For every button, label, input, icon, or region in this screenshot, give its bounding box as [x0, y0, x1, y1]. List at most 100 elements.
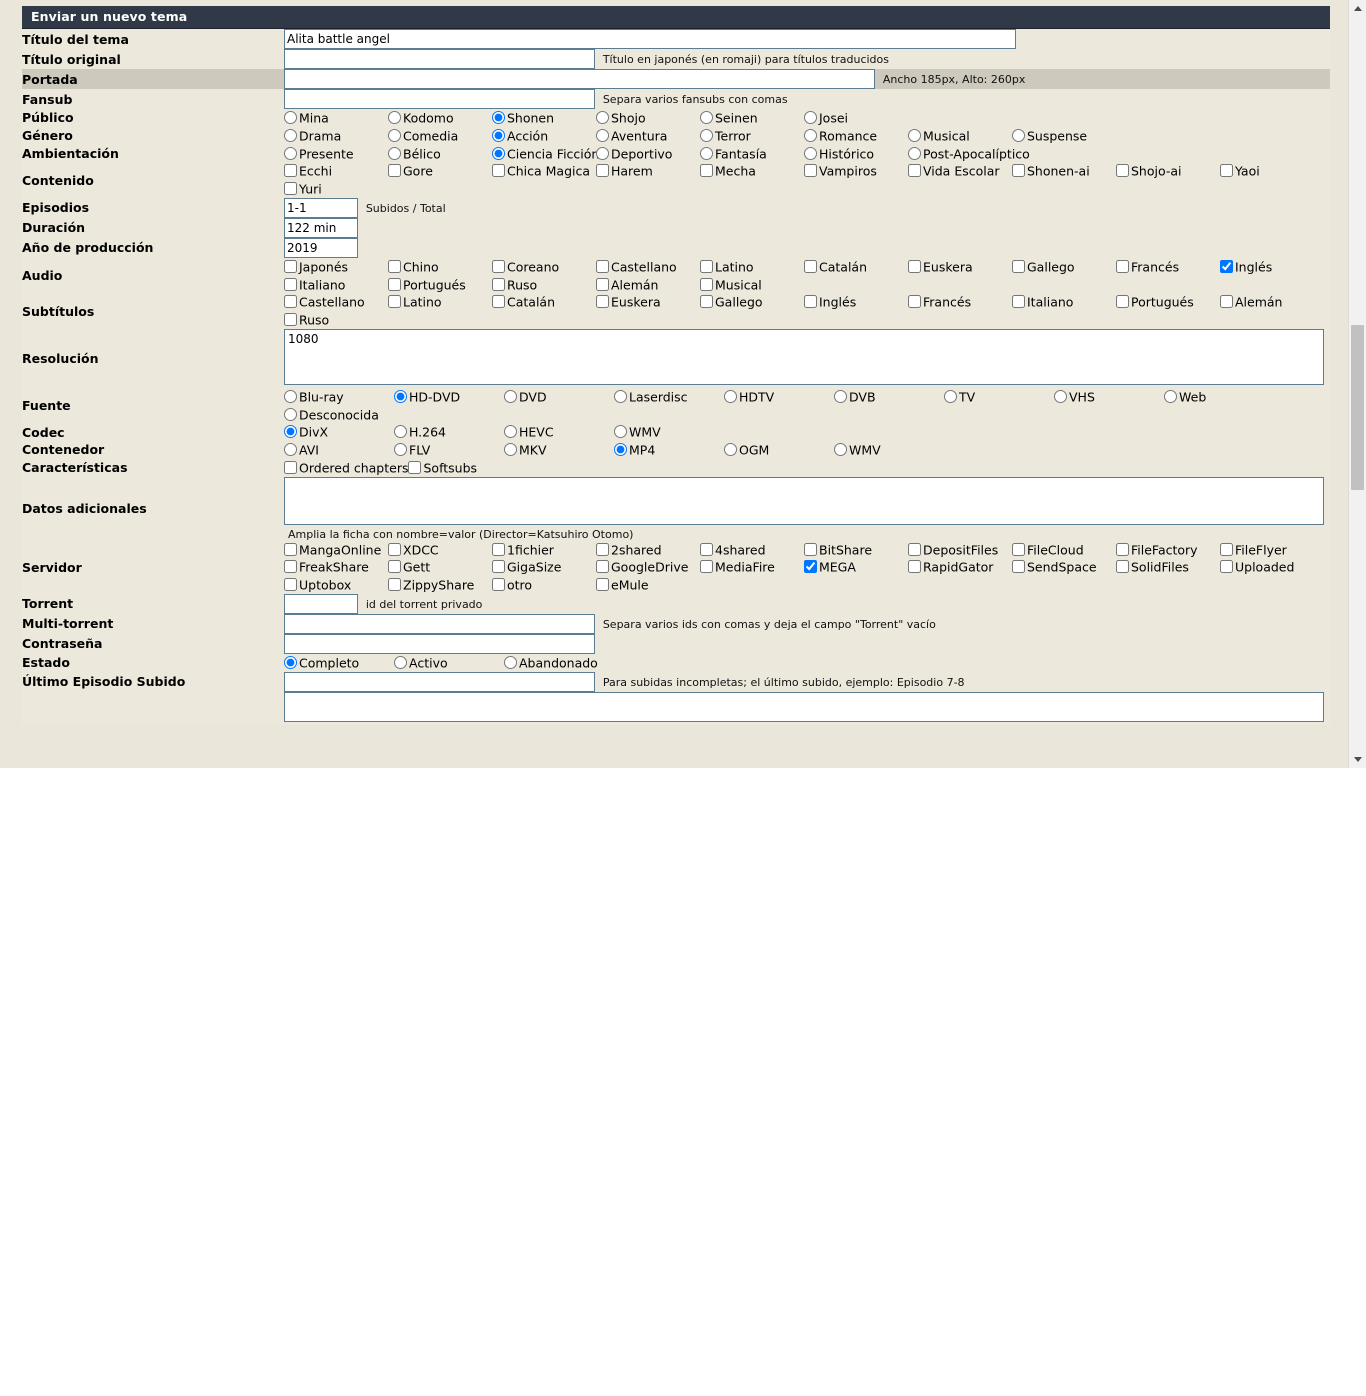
publico-options-radio[interactable] [492, 111, 505, 124]
genero-options-item[interactable]: Romance [804, 127, 908, 145]
codec-options-item[interactable]: DivX [284, 423, 394, 441]
contenido-options-item[interactable]: Ecchi [284, 162, 388, 180]
servidor-options-item[interactable]: ZippyShare [388, 576, 492, 594]
ambientacion-options-item[interactable]: Fantasía [700, 145, 804, 163]
fuente-options-radio[interactable] [614, 389, 627, 403]
contenido-options-item[interactable]: Vampiros [804, 162, 908, 180]
contenido-options-checkbox[interactable] [284, 164, 297, 178]
subtitulos-options-item[interactable]: Castellano [284, 293, 388, 311]
estado-options-item[interactable]: Activo [394, 654, 504, 672]
contenido-options-checkbox[interactable] [1220, 164, 1233, 178]
subtitulos-options-checkbox[interactable] [388, 295, 401, 309]
audio-options-checkbox[interactable] [596, 277, 609, 291]
contrasena-input[interactable] [284, 633, 595, 654]
contenido-options-item[interactable]: Yaoi [1220, 162, 1324, 180]
contenido-options-item[interactable]: Chica Magica [492, 162, 596, 180]
genero-options-item[interactable]: Terror [700, 127, 804, 145]
publico-options-radio[interactable] [804, 111, 817, 124]
codec-options-item[interactable]: H.264 [394, 423, 504, 441]
contenedor-options-item[interactable]: MP4 [614, 441, 724, 459]
audio-options-checkbox[interactable] [700, 259, 713, 273]
servidor-options-item[interactable]: Uptobox [284, 576, 388, 594]
subtitulos-options-item[interactable]: Euskera [596, 293, 700, 311]
contenido-options-item[interactable]: Gore [388, 162, 492, 180]
servidor-options-item[interactable]: 4shared [700, 541, 804, 559]
servidor-options-checkbox[interactable] [388, 542, 401, 556]
titulo-original-input[interactable] [284, 49, 595, 69]
audio-options-checkbox[interactable] [700, 277, 713, 291]
servidor-options-checkbox[interactable] [700, 560, 713, 574]
publico-options-radio[interactable] [284, 111, 297, 124]
servidor-options-checkbox[interactable] [1220, 542, 1233, 556]
publico-options-radio[interactable] [596, 111, 609, 124]
servidor-options-item[interactable]: 1fichier [492, 541, 596, 559]
genero-options-radio[interactable] [284, 128, 297, 142]
contenedor-options-radio[interactable] [724, 443, 737, 456]
servidor-options-checkbox[interactable] [492, 560, 505, 574]
genero-options-item[interactable]: Drama [284, 127, 388, 145]
servidor-options-checkbox[interactable] [908, 560, 921, 574]
fuente-options-radio[interactable] [284, 407, 297, 421]
ambientacion-options-item[interactable]: Presente [284, 145, 388, 163]
subtitulos-options-item[interactable]: Italiano [1012, 293, 1116, 311]
ambientacion-options-radio[interactable] [492, 146, 505, 160]
servidor-options-item[interactable]: Gett [388, 558, 492, 576]
caracteristicas-options-checkbox[interactable] [408, 460, 422, 474]
genero-options-radio[interactable] [804, 128, 817, 142]
subtitulos-options-checkbox[interactable] [492, 295, 505, 309]
genero-options-item[interactable]: Acción [492, 127, 596, 145]
genero-options-radio[interactable] [596, 128, 609, 142]
subtitulos-options-checkbox[interactable] [1116, 295, 1129, 309]
ambientacion-options-radio[interactable] [700, 146, 713, 160]
subtitulos-options-checkbox[interactable] [804, 295, 817, 309]
audio-options-item[interactable]: Latino [700, 258, 804, 276]
scroll-up-icon[interactable] [1349, 0, 1366, 17]
audio-options-checkbox[interactable] [1220, 259, 1233, 273]
contenido-options-checkbox[interactable] [908, 164, 921, 178]
publico-options-radio[interactable] [388, 111, 401, 124]
estado-options-radio[interactable] [504, 655, 517, 669]
servidor-options-item[interactable]: MangaOnline [284, 541, 388, 559]
servidor-options-checkbox[interactable] [1012, 560, 1025, 574]
servidor-options-item[interactable]: MediaFire [700, 558, 804, 576]
servidor-options-checkbox[interactable] [1116, 542, 1129, 556]
multi-torrent-input[interactable] [284, 613, 595, 634]
contenido-options-item[interactable]: Harem [596, 162, 700, 180]
genero-options-radio[interactable] [908, 128, 921, 142]
subtitulos-options-checkbox[interactable] [1220, 295, 1233, 309]
subtitulos-options-item[interactable]: Latino [388, 293, 492, 311]
publico-options-radio[interactable] [700, 111, 713, 124]
audio-options-checkbox[interactable] [284, 259, 297, 273]
servidor-options-item[interactable]: DepositFiles [908, 541, 1012, 559]
ambientacion-options-radio[interactable] [284, 146, 297, 160]
audio-options-item[interactable]: Coreano [492, 258, 596, 276]
ambientacion-options-radio[interactable] [596, 146, 609, 160]
contenido-options-checkbox[interactable] [492, 164, 505, 178]
servidor-options-checkbox[interactable] [596, 560, 609, 574]
duracion-input[interactable] [284, 217, 358, 238]
bottom-textarea[interactable] [284, 691, 1324, 722]
fuente-options-radio[interactable] [1164, 389, 1177, 403]
contenido-options-checkbox[interactable] [1116, 164, 1129, 178]
fuente-options-item[interactable]: Desconocida [284, 406, 394, 424]
fuente-options-item[interactable]: HDTV [724, 388, 834, 406]
audio-options-item[interactable]: Gallego [1012, 258, 1116, 276]
servidor-options-checkbox[interactable] [284, 560, 297, 574]
fuente-options-radio[interactable] [394, 389, 407, 403]
genero-options-item[interactable]: Musical [908, 127, 1012, 145]
fuente-options-radio[interactable] [504, 389, 517, 403]
audio-options-checkbox[interactable] [908, 259, 921, 273]
servidor-options-item[interactable]: FileCloud [1012, 541, 1116, 559]
codec-options-radio[interactable] [504, 425, 517, 439]
genero-options-radio[interactable] [388, 128, 401, 142]
contenedor-options-radio[interactable] [834, 443, 847, 456]
servidor-options-checkbox[interactable] [284, 542, 297, 556]
genero-options-radio[interactable] [700, 128, 713, 142]
publico-options-item[interactable]: Josei [804, 109, 908, 127]
servidor-options-item[interactable]: 2shared [596, 541, 700, 559]
audio-options-item[interactable]: Francés [1116, 258, 1220, 276]
publico-options-item[interactable]: Seinen [700, 109, 804, 127]
subtitulos-options-checkbox[interactable] [700, 295, 713, 309]
audio-options-item[interactable]: Italiano [284, 276, 388, 294]
audio-options-item[interactable]: Ruso [492, 276, 596, 294]
